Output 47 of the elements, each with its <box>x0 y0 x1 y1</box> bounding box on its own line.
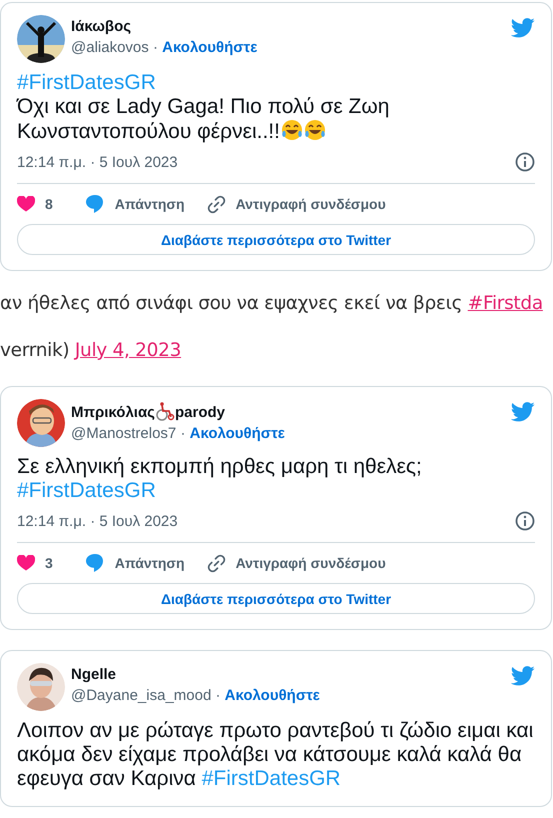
author-handle: @Manostrelos7 <box>71 425 176 442</box>
read-more-button[interactable]: Διαβάστε περισσότερα στο Twitter <box>17 224 535 255</box>
article-text: verrnik) <box>0 340 70 361</box>
separator-dot: · <box>152 39 158 56</box>
wheelchair-icon <box>155 401 175 421</box>
link-icon <box>206 194 226 214</box>
speech-bubble-icon <box>84 194 105 214</box>
tweet-timestamp[interactable]: 12:14 π.μ. · 5 Ιουλ 2023 <box>17 154 178 170</box>
hashtag-link[interactable]: #FirstDatesGR <box>17 479 156 502</box>
follow-link[interactable]: Ακολουθήστε <box>190 425 285 442</box>
bird-icon[interactable] <box>511 666 535 686</box>
author-handle: @Dayane_isa_mood <box>71 687 212 704</box>
tweet-text: Λοιπον αν με ρώταγε πρωτο ραντεβού τι ζώδιο ειμαι και ακόμα δεν είχαμε προλάβει να κάτσουμε καλά καλά θα εφευγα σαν Καρινα #FirstDatesGR <box>17 719 534 791</box>
link-icon <box>206 554 226 572</box>
bird-icon[interactable] <box>511 18 535 38</box>
tweet-text: Όχι και σε Lady Gaga! Πιο πολύ σε Ζωη Κωνσταντοπούλου φέρνει..!! <box>17 95 390 144</box>
like-button[interactable]: 8 <box>17 196 53 212</box>
hashtag-link[interactable]: #FirstDatesGR <box>17 71 156 94</box>
read-more-button[interactable]: Διαβάστε περισσότερα στο Twitter <box>17 583 535 614</box>
author-name-text: parody <box>175 404 226 421</box>
follow-link[interactable]: Ακολουθήστε <box>162 39 258 56</box>
laughing-emoji-icon <box>304 119 326 141</box>
copy-link-button[interactable]: Αντιγραφή συνδέσμου <box>206 194 386 214</box>
follow-link[interactable]: Ακολουθήστε <box>224 687 320 704</box>
author-handle: @aliakovos <box>71 39 149 56</box>
bird-icon[interactable] <box>511 402 535 422</box>
link[interactable]: July 4, 2023 <box>74 340 182 361</box>
hashtag-link[interactable]: #FirstDatesGR <box>202 767 341 790</box>
separator-dot: · <box>215 687 220 704</box>
link[interactable]: #Firstda <box>468 293 543 314</box>
tweet-timestamp[interactable]: 12:14 π.μ. · 5 Ιουλ 2023 <box>17 512 178 530</box>
heart-icon <box>17 555 35 571</box>
tweet-text: Σε ελληνική εκπομπή ηρθες μαρη τι ηθελες; <box>17 455 422 479</box>
article-text: αν ήθελες από σινάφι σου να εψαχνες εκεί να βρεις <box>0 293 462 314</box>
speech-bubble-icon <box>84 553 105 573</box>
copy-link-button[interactable]: Αντιγραφή συνδέσμου <box>206 554 386 572</box>
author-name-text: Ιάκωβος <box>71 18 132 35</box>
author-name-text: Μπρικόλιας <box>71 404 155 421</box>
heart-icon <box>17 196 35 212</box>
author-name-text: Ngelle <box>71 666 116 683</box>
info-icon[interactable] <box>515 152 535 172</box>
like-button[interactable]: 3 <box>17 555 53 571</box>
laughing-emoji-icon <box>280 119 303 141</box>
separator-dot: · <box>180 425 186 442</box>
reply-button[interactable]: Απάντηση <box>84 194 185 214</box>
info-icon[interactable] <box>515 511 535 531</box>
reply-button[interactable]: Απάντηση <box>84 553 185 573</box>
